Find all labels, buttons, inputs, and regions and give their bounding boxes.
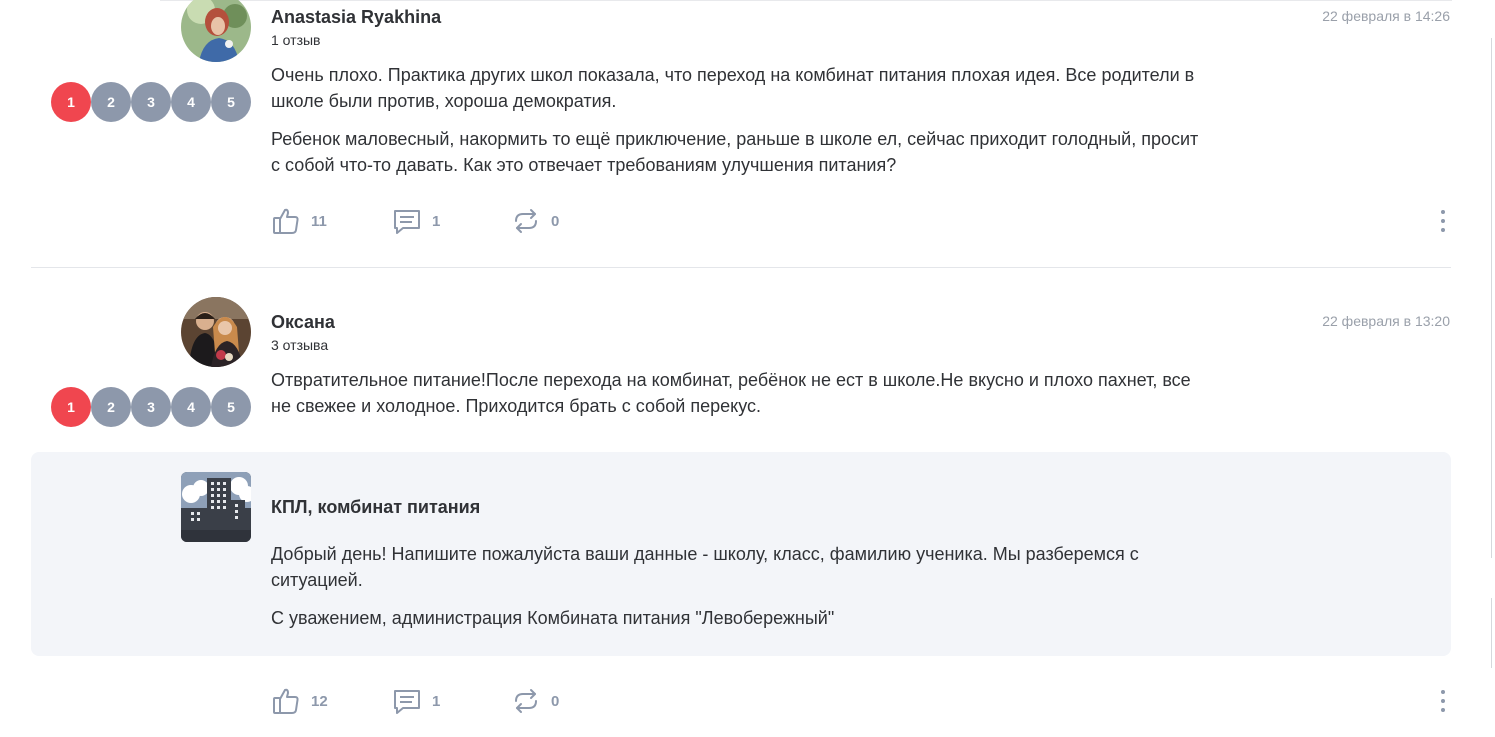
organization-name[interactable]: КПЛ, комбинат питания: [271, 497, 480, 518]
review-actions: 12 1 0: [271, 686, 1451, 716]
side-panel-edge: [1491, 38, 1495, 558]
repost-button[interactable]: 0: [511, 686, 559, 716]
thumbs-up-icon: [271, 686, 301, 716]
repost-count: 0: [551, 692, 560, 710]
rating-selector: 1 2 3 4 5: [51, 387, 253, 427]
comment-icon: [392, 686, 422, 716]
more-vertical-icon[interactable]: [1435, 686, 1451, 716]
reply-text: Добрый день! Напишите пожалуйста ваши да…: [271, 541, 1171, 643]
repost-icon: [511, 686, 541, 716]
reply-paragraph: С уважением, администрация Комбината пит…: [271, 608, 835, 628]
like-button[interactable]: 12: [271, 686, 328, 716]
avatar[interactable]: [181, 297, 251, 367]
rating-4[interactable]: 4: [171, 387, 211, 427]
comment-button[interactable]: 1: [392, 686, 440, 716]
organization-reply: КПЛ, комбинат питания Добрый день! Напиш…: [31, 452, 1451, 656]
like-count: 12: [311, 692, 328, 710]
author-review-count: 3 отзыва: [271, 337, 329, 353]
side-panel-edge: [1491, 598, 1495, 668]
comment-count: 1: [432, 692, 441, 710]
reply-paragraph: Добрый день! Напишите пожалуйста ваши да…: [271, 544, 1139, 590]
reviews-feed: Anastasia Ryakhina 1 отзыв 22 февраля в …: [0, 0, 1495, 737]
review-date: 22 февраля в 13:20: [1322, 313, 1450, 329]
organization-logo[interactable]: [181, 472, 251, 542]
rating-2[interactable]: 2: [91, 387, 131, 427]
review-paragraph: Отвратительное питание!После перехода на…: [271, 370, 1191, 416]
rating-5[interactable]: 5: [211, 387, 251, 427]
rating-1[interactable]: 1: [51, 387, 91, 427]
review-text: Отвратительное питание!После перехода на…: [271, 367, 1211, 431]
author-name[interactable]: Оксана: [271, 312, 335, 333]
rating-3[interactable]: 3: [131, 387, 171, 427]
